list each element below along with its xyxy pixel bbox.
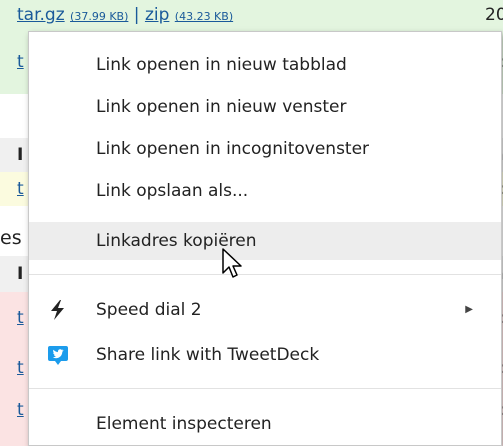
targz-link[interactable]: tar.gz bbox=[17, 5, 65, 25]
menu-divider bbox=[29, 274, 501, 275]
menu-item-label: Link opslaan als... bbox=[96, 181, 249, 201]
menu-item-save-link-as[interactable]: Link opslaan als... bbox=[29, 172, 501, 210]
menu-item-label: Element inspecteren bbox=[96, 414, 272, 434]
menu-item-label: Share link with TweetDeck bbox=[96, 345, 320, 365]
row-link[interactable]: t bbox=[17, 179, 24, 199]
menu-item-inspect-element[interactable]: Element inspecteren bbox=[29, 405, 501, 443]
zip-size[interactable]: (43.23 KB) bbox=[175, 10, 233, 23]
row-link[interactable]: t bbox=[17, 358, 24, 378]
date-cell: 20 bbox=[485, 5, 503, 25]
menu-item-label: Link openen in incognitovenster bbox=[96, 139, 370, 159]
link-separator: | bbox=[133, 5, 140, 25]
lightning-bolt-icon bbox=[51, 300, 64, 320]
header-cell: I bbox=[17, 264, 24, 284]
menu-item-label: Link openen in nieuw tabblad bbox=[96, 55, 347, 75]
row-link[interactable]: t bbox=[17, 52, 24, 72]
zip-link[interactable]: zip bbox=[145, 5, 169, 25]
download-row: tar.gz (37.99 KB) | zip (43.23 KB) 20 bbox=[0, 0, 503, 30]
header-cell: I bbox=[17, 145, 24, 165]
targz-size[interactable]: (37.99 KB) bbox=[70, 10, 128, 23]
menu-item-open-new-window[interactable]: Link openen in nieuw venster bbox=[29, 88, 501, 126]
submenu-arrow-icon: ▶ bbox=[465, 304, 473, 315]
menu-item-open-new-tab[interactable]: Link openen in nieuw tabblad bbox=[29, 46, 501, 84]
menu-item-label: Link openen in nieuw venster bbox=[96, 97, 347, 117]
row-link[interactable]: t bbox=[17, 308, 24, 328]
menu-item-open-incognito[interactable]: Link openen in incognitovenster bbox=[29, 130, 501, 168]
menu-divider bbox=[29, 388, 501, 389]
download-links: tar.gz (37.99 KB) | zip (43.23 KB) bbox=[17, 5, 233, 25]
context-menu: Link openen in nieuw tabblad Link openen… bbox=[28, 31, 502, 446]
mouse-pointer-icon bbox=[222, 248, 242, 278]
menu-item-copy-link-address[interactable]: Linkadres kopiëren bbox=[29, 222, 501, 260]
section-heading: es bbox=[0, 227, 22, 249]
row-link[interactable]: t bbox=[17, 400, 24, 420]
menu-item-share-tweetdeck[interactable]: Share link with TweetDeck bbox=[29, 336, 501, 374]
tweetdeck-icon bbox=[48, 346, 68, 365]
menu-item-speed-dial[interactable]: Speed dial 2 ▶ bbox=[29, 291, 501, 329]
menu-item-label: Speed dial 2 bbox=[96, 300, 202, 320]
